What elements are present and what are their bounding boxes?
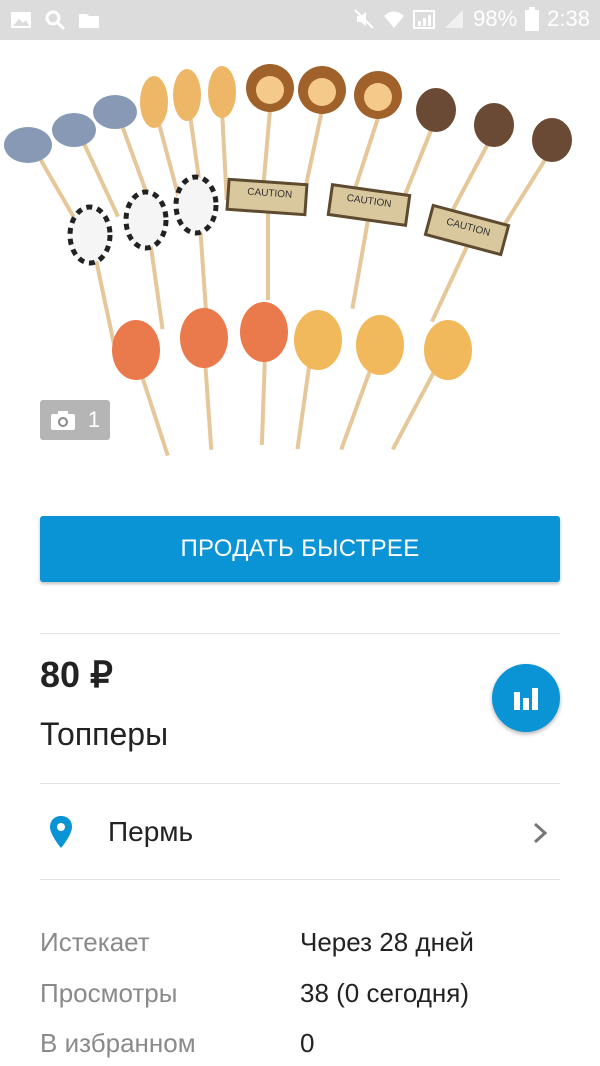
more-vert-icon[interactable] <box>548 74 572 104</box>
favorites-value: 0 <box>300 1028 315 1058</box>
battery-icon <box>525 7 540 31</box>
mute-icon <box>354 9 374 29</box>
system-icons: 98% 2:38 <box>353 6 590 32</box>
gallery-icon <box>11 12 31 28</box>
listing-photo[interactable]: CAUTION CAUTION CAUTION <box>0 40 600 460</box>
notification-icons <box>10 9 100 31</box>
location-city: Пермь <box>108 816 194 847</box>
battery-percent: 98% <box>473 6 518 31</box>
favorites-label: В избранном <box>40 1028 196 1058</box>
views-value: 38 (0 сегодня) <box>300 978 470 1008</box>
statistics-button[interactable] <box>492 664 560 732</box>
location-row[interactable]: Пермь <box>40 784 560 880</box>
monkey-toppers <box>396 88 572 233</box>
photo-count-text: 1 <box>87 407 101 432</box>
status-bar: 98% 2:38 <box>0 0 600 40</box>
expires-label: Истекает <box>40 927 150 957</box>
expires-value: Через 28 дней <box>300 927 474 957</box>
divider <box>40 879 560 880</box>
clock: 2:38 <box>547 6 590 31</box>
leopard-toppers <box>294 310 472 451</box>
tiger-toppers <box>112 302 288 457</box>
search-icon <box>45 10 66 31</box>
cupcake-toppers-illustration: CAUTION CAUTION CAUTION <box>4 64 572 457</box>
location-pin-icon <box>50 816 72 848</box>
views-label: Просмотры <box>40 978 178 1008</box>
caution-sign-toppers: CAUTION CAUTION CAUTION <box>225 177 511 323</box>
bar-chart-icon <box>514 688 538 710</box>
signal-icon <box>413 10 436 29</box>
back-arrow-icon[interactable] <box>30 72 70 112</box>
chevron-right-icon <box>533 822 548 844</box>
wifi-icon <box>384 11 405 28</box>
sell-faster-button[interactable]: ПРОДАТЬ БЫСТРЕЕ <box>40 516 560 582</box>
camera-icon <box>50 411 75 430</box>
signal-bars-icon <box>445 10 464 28</box>
folder-icon <box>79 14 99 28</box>
photo-counter: 1 <box>40 400 110 440</box>
listing-title: Топперы <box>40 716 169 752</box>
listing-price: 80 ₽ <box>40 654 113 695</box>
divider <box>40 633 560 634</box>
